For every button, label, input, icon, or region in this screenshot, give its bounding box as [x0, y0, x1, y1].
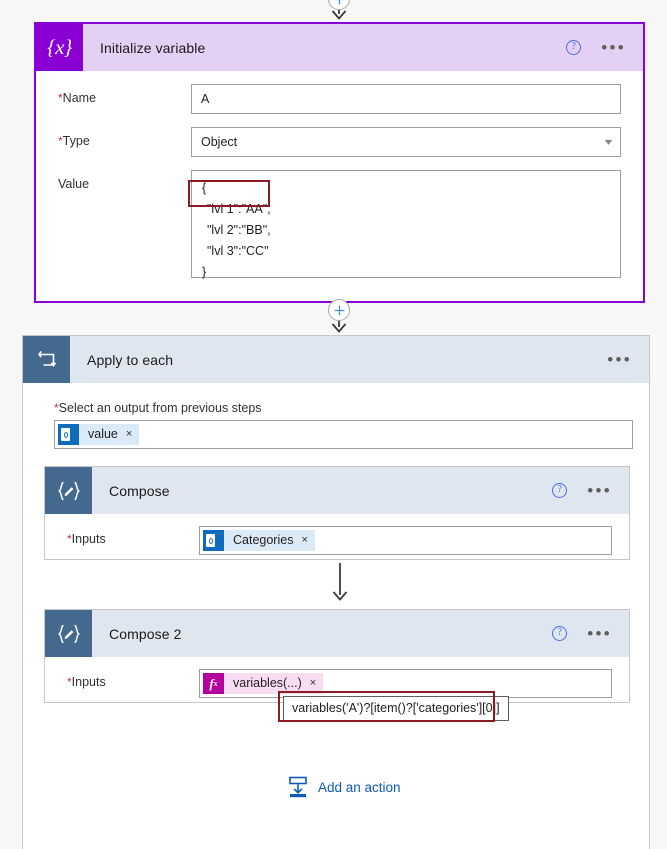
- braces-variable-icon: {x}: [36, 24, 83, 71]
- braces-pencil-icon: [45, 467, 92, 514]
- plus-icon: [334, 305, 344, 315]
- help-icon[interactable]: ?: [552, 626, 568, 641]
- more-options-icon[interactable]: •••: [587, 625, 612, 642]
- type-select-value: Object: [201, 135, 238, 149]
- apply-to-each-header[interactable]: Apply to each •••: [23, 336, 649, 383]
- value-line-3: "lvl 2":"BB",: [207, 223, 271, 237]
- value-line-2: "lvl 1":"AA",: [207, 202, 271, 216]
- outlook-icon: [203, 530, 224, 551]
- name-input[interactable]: A: [191, 84, 621, 114]
- token-categories[interactable]: Categories ×: [203, 529, 315, 552]
- compose-2-inputs-input[interactable]: fx variables(...) ×: [199, 669, 612, 698]
- more-options-icon[interactable]: •••: [587, 482, 612, 499]
- compose-header-actions: ? •••: [552, 482, 629, 499]
- compose-inputs-input[interactable]: Categories ×: [199, 526, 612, 555]
- name-field-label: *Name: [58, 91, 97, 105]
- help-icon[interactable]: ?: [552, 483, 568, 498]
- select-output-label: *Select an output from previous steps: [54, 401, 262, 415]
- value-line-4: "lvl 3":"CC": [207, 244, 269, 258]
- compose-2-title: Compose 2: [109, 625, 182, 642]
- value-field-row: Value { "lvl 1":"AA", "lvl 2":"BB", "lvl…: [36, 170, 643, 279]
- compose-2-header-actions: ? •••: [552, 625, 629, 642]
- initialize-variable-header[interactable]: {x} Initialize variable ? •••: [36, 24, 643, 71]
- add-an-action-button[interactable]: Add an action: [287, 776, 401, 798]
- value-line-5: }: [202, 265, 207, 279]
- remove-token-icon[interactable]: ×: [301, 530, 307, 551]
- compose-header[interactable]: Compose ? •••: [45, 467, 629, 514]
- initialize-variable-card[interactable]: {x} Initialize variable ? ••• *Name A *T…: [34, 22, 645, 303]
- outlook-icon: [58, 424, 79, 445]
- token-variables-expression[interactable]: fx variables(...) ×: [203, 672, 324, 695]
- braces-pencil-icon: [45, 610, 92, 657]
- value-field-label: Value: [58, 177, 90, 191]
- chevron-down-icon: ▾: [604, 136, 613, 148]
- compose-title: Compose: [109, 482, 170, 499]
- compose-inputs-label: *Inputs: [67, 532, 106, 546]
- apply-to-each-title: Apply to each: [87, 351, 174, 368]
- add-action-icon: [289, 776, 307, 798]
- fx-icon: fx: [203, 673, 224, 694]
- add-step-button-middle[interactable]: [328, 299, 350, 321]
- name-field-row: *Name A: [36, 84, 643, 114]
- compose-2-card[interactable]: Compose 2 ? ••• *Inputs fx variables(...…: [44, 609, 630, 703]
- select-output-input[interactable]: value ×: [54, 420, 633, 449]
- token-categories-text: Categories ×: [224, 530, 315, 551]
- type-select[interactable]: Object ▾: [191, 127, 621, 157]
- type-field-label: *Type: [58, 134, 90, 148]
- compose-2-header[interactable]: Compose 2 ? •••: [45, 610, 629, 657]
- flow-designer-canvas: {x} Initialize variable ? ••• *Name A *T…: [0, 0, 667, 849]
- apply-to-each-header-actions: •••: [607, 351, 649, 368]
- token-value[interactable]: value ×: [58, 423, 140, 446]
- compose-inputs-row: *Inputs Categories ×: [45, 514, 629, 568]
- add-an-action-label: Add an action: [318, 779, 401, 795]
- loop-icon: [23, 336, 70, 383]
- compose-card[interactable]: Compose ? ••• *Inputs Categories ×: [44, 466, 630, 560]
- token-variables-text: variables(...) ×: [224, 673, 324, 694]
- expression-tooltip: variables('A')?[item()?['categories'][0]…: [283, 696, 509, 721]
- value-line-1: {: [202, 181, 207, 195]
- help-icon[interactable]: ?: [566, 40, 582, 55]
- expression-tooltip-text: variables('A')?[item()?['categories'][0]…: [292, 701, 500, 715]
- more-options-icon[interactable]: •••: [607, 351, 632, 368]
- remove-token-icon[interactable]: ×: [126, 424, 132, 445]
- plus-icon: [338, 0, 340, 4]
- more-options-icon[interactable]: •••: [601, 39, 626, 56]
- type-field-row: *Type Object ▾: [36, 127, 643, 157]
- apply-to-each-card[interactable]: Apply to each ••• *Select an output from…: [22, 335, 650, 849]
- initialize-variable-title: Initialize variable: [100, 39, 206, 56]
- token-value-text: value ×: [79, 424, 140, 445]
- apply-to-each-body: *Select an output from previous steps va…: [23, 401, 649, 449]
- remove-token-icon[interactable]: ×: [310, 673, 316, 694]
- compose-2-inputs-label: *Inputs: [67, 675, 106, 689]
- connector-arrow-compose: [332, 563, 348, 601]
- initialize-variable-header-actions: ? •••: [566, 39, 643, 56]
- name-input-value: A: [201, 92, 210, 106]
- value-textarea[interactable]: { "lvl 1":"AA", "lvl 2":"BB", "lvl 3":"C…: [191, 170, 621, 279]
